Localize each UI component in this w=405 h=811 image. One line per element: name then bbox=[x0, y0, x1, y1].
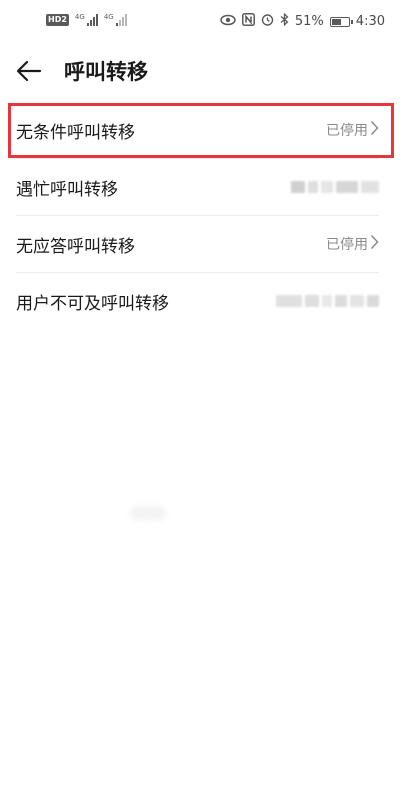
list-item-label: 无条件呼叫转移 bbox=[16, 122, 135, 143]
status-left: HD2 4G 4G bbox=[46, 14, 127, 26]
list-item-no-answer[interactable]: 无应答呼叫转移 已停用 bbox=[16, 216, 379, 273]
list-item-status: 已停用 bbox=[326, 234, 379, 254]
alarm-icon bbox=[261, 13, 274, 30]
page-title: 呼叫转移 bbox=[64, 60, 148, 84]
network-type-label: 4G bbox=[103, 13, 114, 21]
redacted-value bbox=[291, 181, 379, 193]
list-item-unconditional[interactable]: 无条件呼叫转移 已停用 bbox=[16, 102, 379, 159]
battery-fill bbox=[331, 18, 341, 25]
status-right: 51% 4:30 bbox=[220, 12, 385, 30]
list-item-label: 无应答呼叫转移 bbox=[16, 236, 135, 257]
list-item-label: 遇忙呼叫转移 bbox=[16, 179, 118, 200]
faint-watermark bbox=[130, 506, 166, 520]
status-bar: HD2 4G 4G 51% 4:30 bbox=[0, 0, 405, 44]
eye-icon bbox=[220, 14, 236, 30]
signal-icon-sim1: 4G bbox=[75, 14, 98, 26]
arrow-left-icon bbox=[16, 60, 42, 86]
app-bar: 呼叫转移 bbox=[0, 48, 405, 96]
list-item-label: 用户不可及呼叫转移 bbox=[16, 293, 169, 314]
chevron-right-icon bbox=[370, 234, 379, 254]
clock-time: 4:30 bbox=[355, 14, 385, 29]
list-item-status bbox=[276, 295, 379, 307]
sim-badge: 2 bbox=[61, 15, 67, 24]
nfc-icon bbox=[241, 13, 255, 30]
list-item-busy[interactable]: 遇忙呼叫转移 bbox=[16, 159, 379, 216]
hd-label: HD bbox=[48, 15, 62, 24]
list-item-unreachable[interactable]: 用户不可及呼叫转移 bbox=[16, 273, 379, 329]
list-item-status bbox=[291, 181, 379, 193]
bluetooth-icon bbox=[280, 12, 289, 30]
hd-voice-icon: HD2 bbox=[46, 14, 69, 26]
back-button[interactable] bbox=[14, 58, 44, 88]
status-text: 已停用 bbox=[326, 237, 368, 253]
battery-percent: 51% bbox=[294, 14, 324, 29]
network-type-label: 4G bbox=[74, 13, 85, 21]
list-item-status: 已停用 bbox=[326, 120, 379, 140]
redacted-value bbox=[276, 295, 379, 307]
status-text: 已停用 bbox=[326, 123, 368, 139]
chevron-right-icon bbox=[370, 120, 379, 140]
call-forwarding-list: 无条件呼叫转移 已停用 遇忙呼叫转移 无应答呼叫转移 已停用 用户不可及呼叫转移 bbox=[0, 102, 405, 329]
signal-icon-sim2: 4G bbox=[104, 14, 127, 26]
battery-icon bbox=[329, 16, 353, 27]
